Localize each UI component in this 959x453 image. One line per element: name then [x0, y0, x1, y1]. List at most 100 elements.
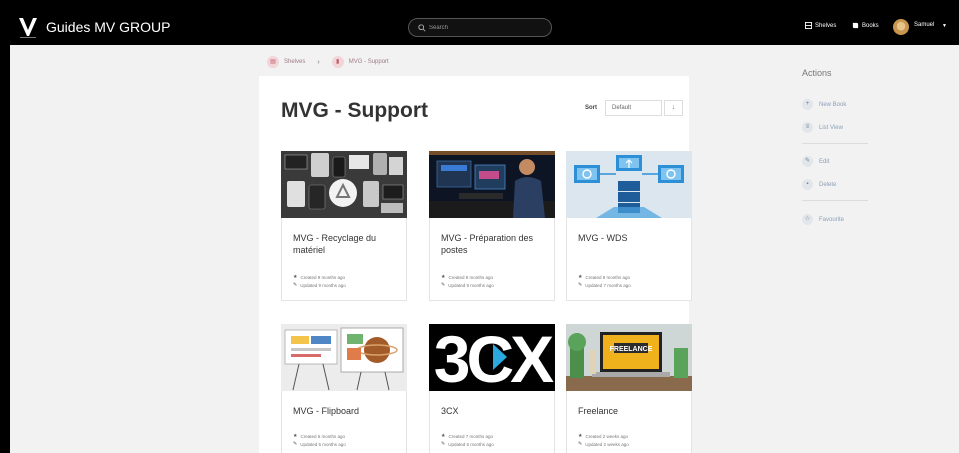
top-header: Guides MV GROUP Shelves Books Samuel ▼ [10, 9, 959, 45]
edit-icon: ✎ [802, 156, 813, 167]
book-card-preparation[interactable]: MVG - Préparation des postes ★ Created 9 … [429, 151, 555, 301]
search-box[interactable] [408, 18, 552, 37]
book-thumbnail[interactable] [281, 324, 407, 391]
flipboard-image [281, 324, 407, 391]
user-name[interactable]: Samuel [914, 22, 934, 28]
breadcrumb: ▤ Shelves › ▮ MVG - Support [267, 56, 389, 68]
book-name[interactable]: MVG - Flipboard [293, 405, 401, 417]
action-new-book-label: New Book [819, 101, 847, 108]
book-card-wds[interactable]: MVG - WDS ★ Created 9 months ago ✎ Updated… [566, 151, 692, 301]
updated-text: Updated 2 weeks ago [585, 441, 629, 447]
created-text: Created 9 months ago [585, 274, 631, 280]
plus-icon: + [802, 99, 813, 110]
book-card-flipboard[interactable]: MVG - Flipboard ★ Created 6 months ago ✎ U… [281, 324, 407, 453]
chevron-down-icon[interactable]: ▼ [942, 23, 947, 29]
action-list-view-label: List View [819, 124, 843, 131]
book-name[interactable]: 3CX [441, 405, 549, 417]
list-icon: ≡ [802, 122, 813, 133]
breadcrumb-book[interactable]: MVG - Support [349, 59, 389, 65]
updated-text: Updated 9 months ago [448, 282, 494, 288]
created-text: Created 2 weeks ago [585, 433, 629, 439]
books-icon [852, 22, 859, 29]
updated-meta: ✎ Updated 9 months ago [293, 282, 346, 288]
updated-meta: ✎ Updated 5 months ago [293, 441, 346, 447]
sort-select[interactable]: Default [605, 100, 662, 116]
nav-books-link[interactable]: Books [852, 22, 879, 29]
updated-meta: ✎ Updated 7 months ago [578, 282, 631, 288]
book-icon: ▮ [331, 56, 344, 68]
freelance-laptop-image: FREELANCE [566, 324, 692, 391]
sort-direction-icon[interactable]: ↓ [664, 100, 683, 116]
action-favourite-label: Favourite [819, 216, 845, 223]
book-thumbnail[interactable]: FREELANCE [566, 324, 692, 391]
pencil-icon: ✎ [578, 441, 583, 447]
action-list-view[interactable]: ≡ List View [802, 122, 843, 133]
delete-icon: ▪ [802, 179, 813, 190]
book-card-3cx[interactable]: 3CX 3CX ★ Created 7 months ago ✎ Updated 5… [429, 324, 555, 453]
pencil-icon: ✎ [293, 441, 298, 447]
action-delete-label: Delete [819, 181, 837, 188]
book-name[interactable]: Freelance [578, 405, 686, 417]
created-text: Created 7 months ago [448, 433, 494, 439]
star-icon: ★ [293, 433, 298, 439]
book-name[interactable]: MVG - WDS [578, 232, 686, 244]
created-meta: ★ Created 9 months ago [293, 274, 345, 280]
created-meta: ★ Created 2 weeks ago [578, 433, 628, 439]
shelves-icon: ▤ [267, 56, 279, 68]
star-icon: ★ [578, 433, 583, 439]
nav-shelves-link[interactable]: Shelves [805, 22, 836, 29]
updated-meta: ✎ Updated 9 months ago [441, 282, 494, 288]
brand-name[interactable]: Guides MV GROUP [46, 19, 170, 35]
created-text: Created 9 months ago [300, 274, 346, 280]
wds-server-image [566, 151, 692, 218]
workstation-image [429, 151, 555, 218]
created-text: Created 6 months ago [300, 433, 346, 439]
updated-text: Updated 5 months ago [448, 441, 494, 447]
updated-meta: ✎ Updated 2 weeks ago [578, 441, 629, 447]
user-avatar[interactable] [893, 19, 909, 35]
pencil-icon: ✎ [293, 282, 298, 288]
action-edit[interactable]: ✎ Edit [802, 156, 829, 167]
book-name[interactable]: MVG - Recyclage du matériel [293, 232, 401, 256]
search-icon [418, 24, 426, 32]
actions-divider [802, 143, 868, 144]
action-favourite[interactable]: ☆ Favourite [802, 214, 844, 225]
star-icon: ★ [293, 274, 298, 280]
star-icon: ★ [578, 274, 583, 280]
recycling-devices-image [281, 151, 407, 218]
star-icon: ☆ [802, 214, 813, 225]
action-new-book[interactable]: + New Book [802, 99, 846, 110]
pencil-icon: ✎ [578, 282, 583, 288]
book-thumbnail[interactable]: 3CX [429, 324, 555, 391]
nav-books-label: Books [862, 22, 879, 29]
action-delete[interactable]: ▪ Delete [802, 179, 836, 190]
shelves-icon [805, 22, 812, 29]
3cx-logo-image: 3CX [429, 324, 555, 391]
updated-text: Updated 7 months ago [585, 282, 631, 288]
app-window: Guides MV GROUP Shelves Books Samuel ▼ [10, 9, 959, 453]
book-name[interactable]: MVG - Préparation des postes [441, 232, 549, 256]
book-thumbnail[interactable] [566, 151, 692, 218]
search-input[interactable] [429, 22, 544, 34]
book-thumbnail[interactable] [429, 151, 555, 218]
book-card-freelance[interactable]: FREELANCE Freelance ★ Created 2 weeks ago… [566, 324, 692, 453]
page-title: MVG - Support [281, 99, 428, 122]
nav-shelves-label: Shelves [815, 22, 837, 29]
shelf-content-panel: MVG - Support Sort Default ↓ MVG - Recyc… [259, 76, 692, 453]
sort-label: Sort [585, 105, 597, 111]
star-icon: ★ [441, 433, 446, 439]
breadcrumb-shelves[interactable]: Shelves [284, 59, 305, 65]
mv-logo-icon[interactable] [18, 15, 38, 39]
updated-text: Updated 5 months ago [300, 441, 346, 447]
created-meta: ★ Created 7 months ago [441, 433, 493, 439]
created-meta: ★ Created 9 months ago [578, 274, 630, 280]
chevron-right-icon: › [317, 58, 320, 66]
star-icon: ★ [441, 274, 446, 280]
actions-divider [802, 200, 868, 201]
book-card-recyclage[interactable]: MVG - Recyclage du matériel ★ Created 9 m… [281, 151, 407, 301]
freelance-screen-text: FREELANCE [610, 346, 653, 353]
created-meta: ★ Created 9 months ago [441, 274, 493, 280]
updated-meta: ✎ Updated 5 months ago [441, 441, 494, 447]
book-thumbnail[interactable] [281, 151, 407, 218]
pencil-icon: ✎ [441, 282, 446, 288]
